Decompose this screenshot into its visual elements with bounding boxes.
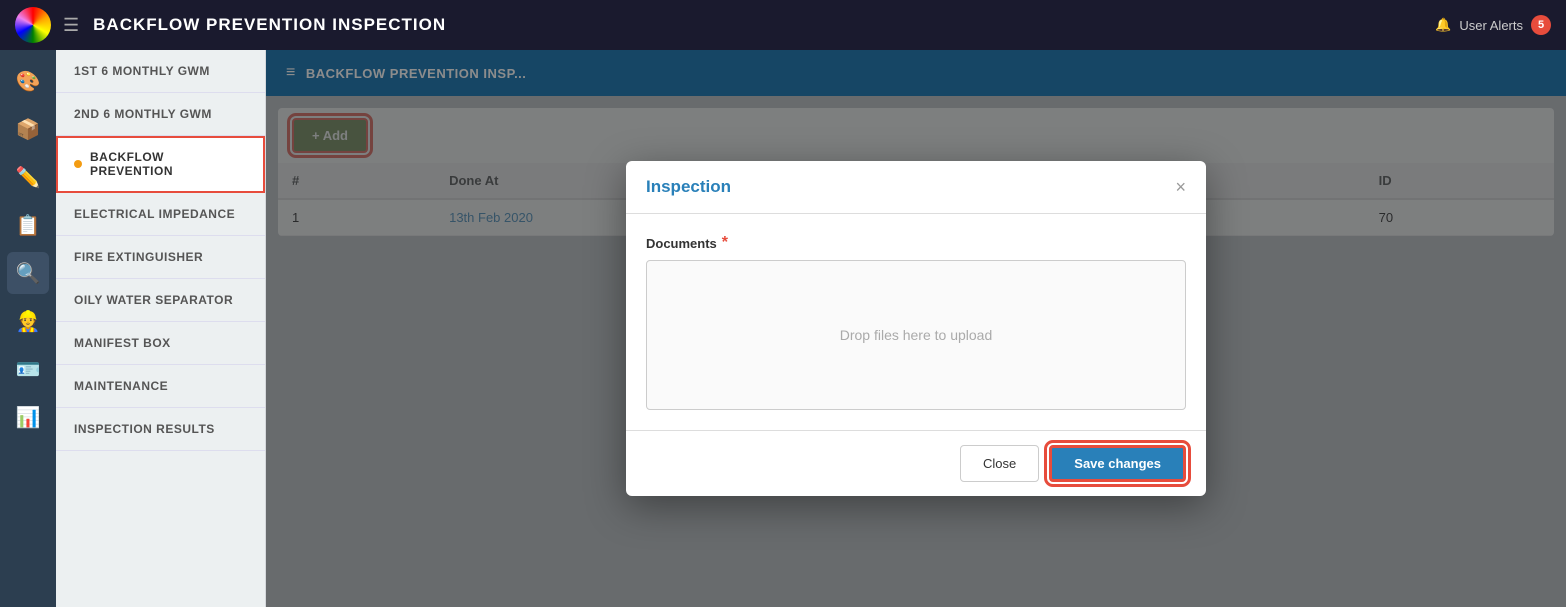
sidebar-icon-palette[interactable]: 🎨 bbox=[7, 60, 49, 102]
sidebar-icon-box[interactable]: 📦 bbox=[7, 108, 49, 150]
sidebar-label-2nd-6-monthly: 2ND 6 MONTHLY GWM bbox=[74, 107, 212, 121]
sidebar-icon-clipboard[interactable]: 📋 bbox=[7, 204, 49, 246]
required-star: * bbox=[722, 234, 728, 252]
sidebar-label-backflow: BACKFLOW PREVENTION bbox=[90, 150, 247, 178]
text-sidebar: 1ST 6 MONTHLY GWM 2ND 6 MONTHLY GWM BACK… bbox=[56, 50, 266, 607]
top-bar-right: 🔔 User Alerts 5 bbox=[1435, 15, 1551, 35]
icon-sidebar: 🎨 📦 ✏️ 📋 🔍 👷 🪪 📊 bbox=[0, 50, 56, 607]
sidebar-label-inspection-results: INSPECTION RESULTS bbox=[74, 422, 215, 436]
sidebar-item-1st-6-monthly[interactable]: 1ST 6 MONTHLY GWM bbox=[56, 50, 265, 93]
sidebar-icon-edit[interactable]: ✏️ bbox=[7, 156, 49, 198]
sidebar-item-electrical[interactable]: ELECTRICAL IMPEDANCE bbox=[56, 193, 265, 236]
sidebar-item-oily-water[interactable]: OILY WATER SEPARATOR bbox=[56, 279, 265, 322]
sidebar-item-maintenance[interactable]: MAINTENANCE bbox=[56, 365, 265, 408]
sidebar-label-oily-water: OILY WATER SEPARATOR bbox=[74, 293, 233, 307]
sidebar-label-1st-6-monthly: 1ST 6 MONTHLY GWM bbox=[74, 64, 210, 78]
sidebar-icon-chart[interactable]: 📊 bbox=[7, 396, 49, 438]
dropzone-text: Drop files here to upload bbox=[840, 327, 993, 343]
alerts-badge[interactable]: 5 bbox=[1531, 15, 1551, 35]
modal-title: Inspection bbox=[646, 177, 731, 197]
sidebar-item-inspection-results[interactable]: INSPECTION RESULTS bbox=[56, 408, 265, 451]
close-button[interactable]: Close bbox=[960, 445, 1039, 482]
modal-footer: Close Save changes bbox=[626, 430, 1206, 496]
sidebar-icon-search[interactable]: 🔍 bbox=[7, 252, 49, 294]
sidebar-item-fire-ext[interactable]: FIRE EXTINGUISHER bbox=[56, 236, 265, 279]
modal-body: Documents * Drop files here to upload bbox=[626, 214, 1206, 430]
save-changes-button[interactable]: Save changes bbox=[1049, 445, 1186, 482]
sidebar-dot-backflow bbox=[74, 160, 82, 168]
sidebar-label-electrical: ELECTRICAL IMPEDANCE bbox=[74, 207, 235, 221]
documents-label: Documents * bbox=[646, 234, 1186, 252]
sidebar-label-maintenance: MAINTENANCE bbox=[74, 379, 168, 393]
app-logo bbox=[15, 7, 51, 43]
user-alerts-label: User Alerts bbox=[1459, 18, 1523, 33]
modal-overlay: Inspection × Documents * Drop files here… bbox=[266, 50, 1566, 607]
sidebar-item-manifest[interactable]: MANIFEST BOX bbox=[56, 322, 265, 365]
file-dropzone[interactable]: Drop files here to upload bbox=[646, 260, 1186, 410]
sidebar-label-manifest: MANIFEST BOX bbox=[74, 336, 171, 350]
modal-header: Inspection × bbox=[626, 161, 1206, 214]
sidebar-item-backflow[interactable]: BACKFLOW PREVENTION bbox=[56, 136, 265, 193]
sidebar-icon-id[interactable]: 🪪 bbox=[7, 348, 49, 390]
sidebar-label-fire-ext: FIRE EXTINGUISHER bbox=[74, 250, 203, 264]
sidebar-item-2nd-6-monthly[interactable]: 2ND 6 MONTHLY GWM bbox=[56, 93, 265, 136]
top-bar: ☰ BACKFLOW PREVENTION INSPECTION 🔔 User … bbox=[0, 0, 1566, 50]
page-title: BACKFLOW PREVENTION INSPECTION bbox=[93, 15, 1435, 35]
sidebar-icon-hardhat[interactable]: 👷 bbox=[7, 300, 49, 342]
modal-dialog: Inspection × Documents * Drop files here… bbox=[626, 161, 1206, 496]
main-layout: 🎨 📦 ✏️ 📋 🔍 👷 🪪 📊 1ST 6 MONTHLY GWM 2ND 6… bbox=[0, 50, 1566, 607]
bell-icon: 🔔 bbox=[1435, 17, 1451, 33]
documents-label-text: Documents bbox=[646, 236, 717, 251]
content-area: ≡ BACKFLOW PREVENTION INSP... + Add # Do… bbox=[266, 50, 1566, 607]
modal-close-button[interactable]: × bbox=[1175, 178, 1186, 196]
menu-icon[interactable]: ☰ bbox=[63, 15, 79, 36]
